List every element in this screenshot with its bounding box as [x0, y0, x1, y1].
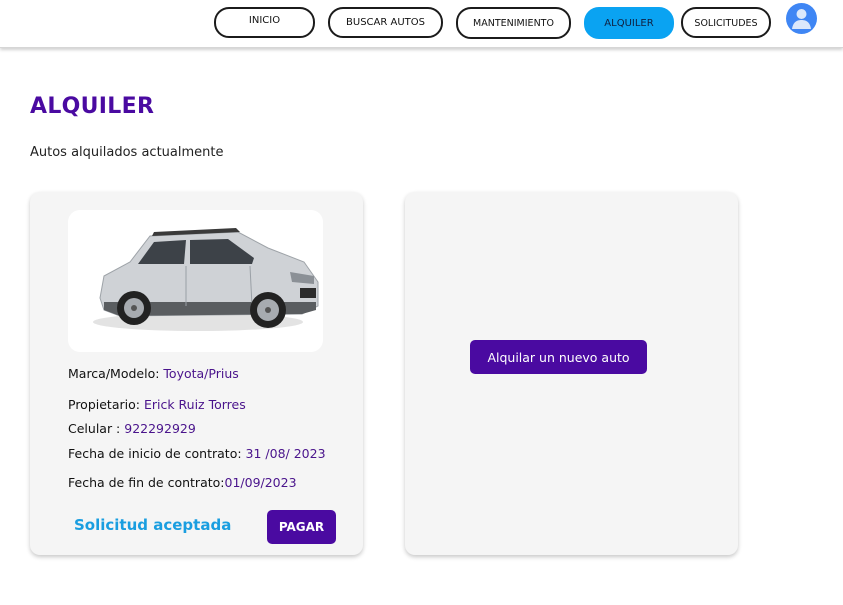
owner-row: Propietario: Erick Ruiz Torres	[68, 397, 246, 412]
user-avatar-icon[interactable]	[786, 3, 817, 34]
phone-value: 922292929	[124, 421, 196, 436]
car-suv-icon	[93, 228, 319, 331]
owner-label: Propietario:	[68, 397, 144, 412]
brand-model-value: Toyota/Prius	[163, 366, 239, 381]
start-date-row: Fecha de inicio de contrato: 31 /08/ 202…	[68, 446, 326, 461]
car-photo	[68, 210, 323, 352]
nav-inicio-button[interactable]: INICIO	[214, 7, 315, 38]
end-date-value: 01/09/2023	[224, 475, 297, 490]
rent-new-car-button[interactable]: Alquilar un nuevo auto	[470, 340, 647, 374]
new-rental-card: Alquilar un nuevo auto	[405, 192, 738, 555]
phone-row: Celular : 922292929	[68, 421, 196, 436]
top-navbar: INICIO BUSCAR AUTOS MANTENIMIENTO ALQUIL…	[0, 0, 843, 48]
user-silhouette-icon	[792, 9, 811, 29]
owner-value: Erick Ruiz Torres	[143, 397, 246, 412]
nav-solicitudes-button[interactable]: SOLICITUDES	[681, 7, 771, 38]
status-text: Solicitud aceptada	[74, 516, 232, 534]
nav-mantenimiento-button[interactable]: MANTENIMIENTO	[456, 7, 571, 39]
nav-alquiler-button[interactable]: ALQUILER	[584, 7, 674, 39]
phone-label: Celular :	[68, 421, 125, 436]
page-subtitle: Autos alquilados actualmente	[30, 145, 224, 160]
start-date-label: Fecha de inicio de contrato:	[68, 446, 246, 461]
nav-buscar-autos-button[interactable]: BUSCAR AUTOS	[328, 7, 443, 38]
end-date-row: Fecha de fin de contrato:01/09/2023	[68, 475, 297, 490]
brand-model-label: Marca/Modelo:	[68, 366, 164, 381]
pay-button[interactable]: PAGAR	[267, 510, 336, 544]
end-date-label: Fecha de fin de contrato:	[68, 475, 225, 490]
brand-model-row: Marca/Modelo: Toyota/Prius	[68, 366, 239, 381]
page-title: ALQUILER	[30, 94, 155, 119]
start-date-value: 31 /08/ 2023	[245, 446, 326, 461]
rented-car-card: Marca/Modelo: Toyota/Prius Propietario: …	[30, 192, 363, 555]
